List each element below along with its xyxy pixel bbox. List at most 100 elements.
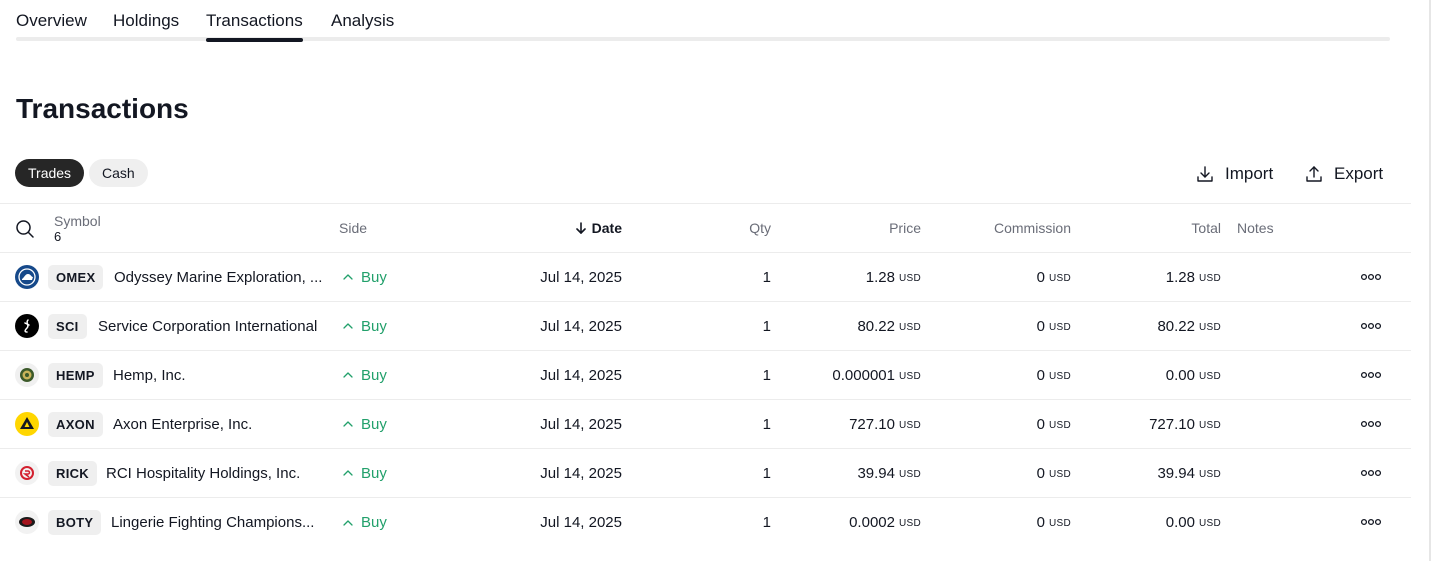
total-value: 1.28 — [1165, 268, 1195, 286]
total-cell: 727.10 USD — [1090, 400, 1221, 448]
price-value: 727.10 — [849, 415, 895, 433]
omex-logo — [15, 265, 39, 289]
filter-trades-button[interactable]: Trades — [15, 159, 85, 187]
commission-cell: 0 USD — [960, 449, 1071, 497]
total-currency: USD — [1198, 468, 1221, 480]
transactions-table: Symbol 6 Side Date Qty Price Commission … — [0, 203, 1411, 547]
chevron-up-icon — [343, 421, 353, 427]
total-cell: 39.94 USD — [1090, 449, 1221, 497]
filter-cash-button[interactable]: Cash — [89, 159, 148, 187]
price-currency: USD — [898, 272, 921, 284]
company-name: Hemp, Inc. — [113, 366, 186, 384]
date-header-label: Date — [591, 220, 622, 236]
qty-cell: 1 — [762, 514, 771, 531]
import-icon — [1197, 166, 1213, 182]
more-options-icon[interactable] — [1360, 272, 1382, 282]
notes-header[interactable]: Notes — [1237, 204, 1274, 252]
total-value: 0.00 — [1165, 366, 1195, 384]
more-options-icon[interactable] — [1360, 419, 1382, 429]
date-cell: Jul 14, 2025 — [540, 464, 622, 482]
total-currency: USD — [1198, 321, 1221, 333]
export-button[interactable]: Export — [1304, 160, 1383, 188]
tab-transactions[interactable]: Transactions — [206, 11, 303, 42]
total-value: 727.10 — [1149, 415, 1195, 433]
commission-value: 0 — [1036, 415, 1045, 433]
total-cell: 0.00 USD — [1090, 498, 1221, 547]
qty-cell: 1 — [762, 415, 771, 433]
table-header: Symbol 6 Side Date Qty Price Commission … — [0, 203, 1411, 253]
side-header[interactable]: Side — [339, 204, 367, 252]
symbol-header[interactable]: Symbol 6 — [54, 213, 101, 245]
tab-analysis[interactable]: Analysis — [331, 11, 394, 31]
qty-header[interactable]: Qty — [700, 204, 771, 252]
commission-header[interactable]: Commission — [960, 204, 1071, 252]
price-cell: 0.0002 USD — [790, 498, 921, 547]
rick-logo — [15, 461, 39, 485]
total-cell: 0.00 USD — [1090, 351, 1221, 399]
side-label: Buy — [361, 268, 387, 286]
commission-currency: USD — [1048, 272, 1071, 284]
price-cell: 80.22 USD — [790, 302, 921, 350]
commission-cell: 0 USD — [960, 302, 1071, 350]
tab-holdings[interactable]: Holdings — [113, 11, 179, 31]
date-cell: Jul 14, 2025 — [540, 514, 622, 531]
date-header[interactable]: Date — [520, 204, 622, 252]
qty-cell: 1 — [762, 317, 771, 335]
commission-value: 0 — [1036, 366, 1045, 384]
table-row[interactable]: HEMP Hemp, Inc. Buy Jul 14, 2025 1 0.000… — [0, 351, 1411, 400]
price-header[interactable]: Price — [820, 204, 921, 252]
table-row[interactable]: AXON Axon Enterprise, Inc. Buy Jul 14, 2… — [0, 400, 1411, 449]
export-icon — [1306, 166, 1322, 182]
symbol-header-label: Symbol — [54, 213, 101, 229]
price-cell: 1.28 USD — [790, 253, 921, 301]
chevron-up-icon — [343, 519, 353, 526]
hemp-logo — [15, 363, 39, 387]
commission-value: 0 — [1036, 514, 1045, 531]
side-cell: Buy — [343, 449, 387, 497]
ticker-badge: AXON — [48, 412, 103, 437]
price-currency: USD — [898, 370, 921, 382]
table-row[interactable]: SCI Service Corporation International Bu… — [0, 302, 1411, 351]
more-options-icon[interactable] — [1360, 321, 1382, 331]
table-row[interactable]: OMEX Odyssey Marine Exploration, ... Buy… — [0, 253, 1411, 302]
company-name: Axon Enterprise, Inc. — [113, 415, 253, 433]
price-cell: 727.10 USD — [790, 400, 921, 448]
more-options-icon[interactable] — [1360, 517, 1382, 527]
total-value: 80.22 — [1157, 317, 1195, 335]
qty-cell: 1 — [762, 268, 771, 286]
chevron-up-icon — [343, 470, 353, 476]
company-name: Lingerie Fighting Champions... — [111, 514, 315, 531]
commission-currency: USD — [1048, 321, 1071, 333]
sci-logo — [15, 314, 39, 338]
total-currency: USD — [1198, 518, 1221, 529]
company-name: RCI Hospitality Holdings, Inc. — [106, 464, 301, 482]
side-cell: Buy — [343, 400, 387, 448]
commission-cell: 0 USD — [960, 400, 1071, 448]
side-label: Buy — [361, 464, 387, 482]
tab-overview[interactable]: Overview — [16, 11, 87, 31]
table-row[interactable]: RICK RCI Hospitality Holdings, Inc. Buy … — [0, 449, 1411, 498]
symbol-count: 6 — [54, 229, 62, 244]
table-row[interactable]: BOTY Lingerie Fighting Champions... Buy … — [0, 498, 1411, 547]
more-options-icon[interactable] — [1360, 468, 1382, 478]
qty-cell: 1 — [762, 464, 771, 482]
commission-currency: USD — [1048, 518, 1071, 529]
boty-logo — [15, 510, 39, 534]
side-label: Buy — [361, 317, 387, 335]
commission-currency: USD — [1048, 419, 1071, 431]
ticker-badge: RICK — [48, 461, 97, 486]
ticker-badge: HEMP — [48, 363, 103, 388]
import-button[interactable]: Import — [1195, 160, 1273, 188]
price-currency: USD — [898, 518, 921, 529]
total-cell: 80.22 USD — [1090, 302, 1221, 350]
more-options-icon[interactable] — [1360, 370, 1382, 380]
side-label: Buy — [361, 415, 387, 433]
search-icon[interactable] — [15, 219, 35, 239]
total-value: 39.94 — [1157, 464, 1195, 482]
side-cell: Buy — [343, 302, 387, 350]
total-header[interactable]: Total — [1120, 204, 1221, 252]
side-cell: Buy — [343, 498, 387, 547]
ticker-badge: OMEX — [48, 265, 104, 290]
date-cell: Jul 14, 2025 — [540, 317, 622, 335]
chevron-up-icon — [343, 372, 353, 378]
